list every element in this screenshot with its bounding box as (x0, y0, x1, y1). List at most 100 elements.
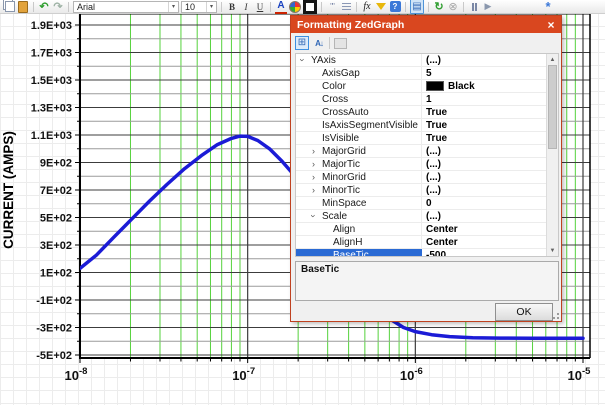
property-value: Center (426, 224, 458, 235)
properties-panel-toggle[interactable]: ▤ (410, 0, 424, 14)
font-family-combo[interactable]: Arial ▾ (73, 1, 179, 13)
property-name: BaseTic (333, 250, 369, 258)
stop-button[interactable]: ⊗ (447, 1, 459, 13)
toolbar-separator (68, 2, 69, 12)
categorized-view-button[interactable]: ⊞ (295, 36, 309, 50)
toolbar-separator (329, 37, 330, 49)
property-name: YAxis (311, 55, 336, 66)
property-row[interactable]: ›Scale(...) (296, 210, 546, 223)
marker-button[interactable]: * (542, 1, 554, 13)
ok-button[interactable]: OK (495, 303, 553, 321)
property-pages-button (333, 36, 347, 50)
underline-button[interactable]: U (254, 1, 266, 13)
paste-button[interactable] (17, 1, 29, 13)
scrollbar-thumb[interactable] (548, 65, 557, 149)
expander-icon[interactable]: › (297, 56, 309, 65)
align-lines-button[interactable] (340, 1, 352, 13)
svg-text:10-6: 10-6 (400, 366, 423, 383)
property-pages-icon (334, 38, 347, 49)
svg-text:1.5E+03: 1.5E+03 (31, 75, 72, 87)
property-row[interactable]: Cross1 (296, 93, 546, 106)
property-row[interactable]: ›MinorGrid(...) (296, 171, 546, 184)
help-button[interactable]: ? (389, 1, 401, 13)
property-row[interactable]: BaseTic -500 (296, 249, 546, 257)
property-value: (...) (426, 211, 441, 222)
dialog-titlebar[interactable]: Formatting ZedGraph × (291, 16, 561, 33)
svg-text:-5E+02: -5E+02 (36, 350, 72, 362)
function-button[interactable]: fx (361, 1, 373, 13)
undo-button[interactable]: ↶ (38, 1, 50, 13)
panel-icon: ▤ (412, 2, 421, 12)
dialog-title: Formatting ZedGraph (297, 19, 404, 31)
toolbar-separator (405, 2, 406, 12)
palette-button[interactable] (289, 1, 301, 13)
property-row[interactable]: AlignHCenter (296, 236, 546, 249)
scroll-up-icon[interactable]: ▲ (547, 54, 558, 65)
formatting-dialog: Formatting ZedGraph × ⊞ A↓ ›YAxis(...)Ax… (290, 15, 562, 322)
property-row[interactable]: AxisGap5 (296, 67, 546, 80)
svg-text:9E+02: 9E+02 (40, 158, 72, 170)
svg-text:5E+02: 5E+02 (40, 213, 72, 225)
play-button[interactable]: ▶ (482, 1, 494, 13)
close-icon[interactable]: × (541, 18, 561, 32)
property-name: MajorTic (322, 159, 360, 170)
chevron-down-icon[interactable]: ▾ (168, 2, 178, 12)
scroll-down-icon[interactable]: ▼ (547, 245, 558, 256)
font-size-combo[interactable]: 10 ▾ (181, 1, 217, 13)
property-value: (...) (426, 55, 441, 66)
filter-button[interactable] (375, 1, 387, 13)
property-value: (...) (426, 159, 441, 170)
dialog-toolbar: ⊞ A↓ (291, 33, 561, 53)
color-swatch (426, 81, 444, 91)
expander-icon[interactable]: › (309, 184, 318, 196)
property-row[interactable]: ›YAxis (...) (296, 54, 546, 67)
alphabetical-sort-button[interactable]: A↓ (312, 36, 326, 50)
toolbar-separator (221, 2, 222, 12)
property-row[interactable]: › MajorTic (...) (296, 158, 546, 171)
property-row[interactable]: ›MajorGrid(...) (296, 145, 546, 158)
property-row[interactable]: ›MinorTic(...) (296, 184, 546, 197)
property-value: 0 (426, 198, 432, 209)
property-row[interactable]: CrossAutoTrue (296, 106, 546, 119)
property-value: Black (448, 81, 475, 92)
property-row[interactable]: ColorBlack (296, 80, 546, 93)
property-name: IsAxisSegmentVisible (322, 120, 418, 131)
expander-icon[interactable]: › (308, 212, 320, 221)
expander-icon[interactable]: › (309, 158, 318, 170)
expander-icon[interactable]: › (309, 171, 318, 183)
property-name: Cross (322, 94, 348, 105)
bold-button[interactable]: B (226, 1, 238, 13)
property-value: True (426, 133, 447, 144)
property-row[interactable]: AlignCenter (296, 223, 546, 236)
copy-button[interactable] (2, 1, 15, 13)
quotes-button[interactable]: "" (326, 1, 338, 13)
resize-grip[interactable] (551, 311, 559, 319)
property-row[interactable]: IsVisibleTrue (296, 132, 546, 145)
property-description-panel: BaseTic (295, 261, 559, 301)
border-color-button[interactable] (303, 1, 317, 13)
property-grid: ›YAxis(...)AxisGap5ColorBlackCross1Cross… (295, 53, 559, 257)
property-name: CrossAuto (322, 107, 369, 118)
pause-button[interactable] (468, 1, 480, 13)
property-name: AlignH (333, 237, 362, 248)
svg-text:10-7: 10-7 (232, 366, 255, 383)
redo-button[interactable]: ↷ (52, 1, 64, 13)
property-grid-scrollbar[interactable]: ▲ ▼ (546, 54, 558, 256)
property-name: MinorTic (322, 185, 360, 196)
help-icon: ? (390, 1, 401, 12)
svg-text:10-5: 10-5 (568, 366, 592, 383)
refresh-button[interactable]: ↻ (433, 1, 445, 13)
italic-button[interactable]: I (240, 1, 252, 13)
expander-icon[interactable]: › (309, 145, 318, 157)
svg-text:-1E+02: -1E+02 (36, 295, 72, 307)
font-family-value: Arial (74, 2, 168, 12)
toolbar-separator (356, 2, 357, 12)
paste-icon (18, 1, 28, 13)
property-row[interactable]: IsAxisSegmentVisibleTrue (296, 119, 546, 132)
property-value: (...) (426, 172, 441, 183)
chevron-down-icon[interactable]: ▾ (206, 2, 216, 12)
property-value: -500 (426, 250, 446, 258)
svg-text:7E+02: 7E+02 (40, 185, 72, 197)
property-row[interactable]: MinSpace0 (296, 197, 546, 210)
font-color-button[interactable]: A (275, 0, 287, 14)
